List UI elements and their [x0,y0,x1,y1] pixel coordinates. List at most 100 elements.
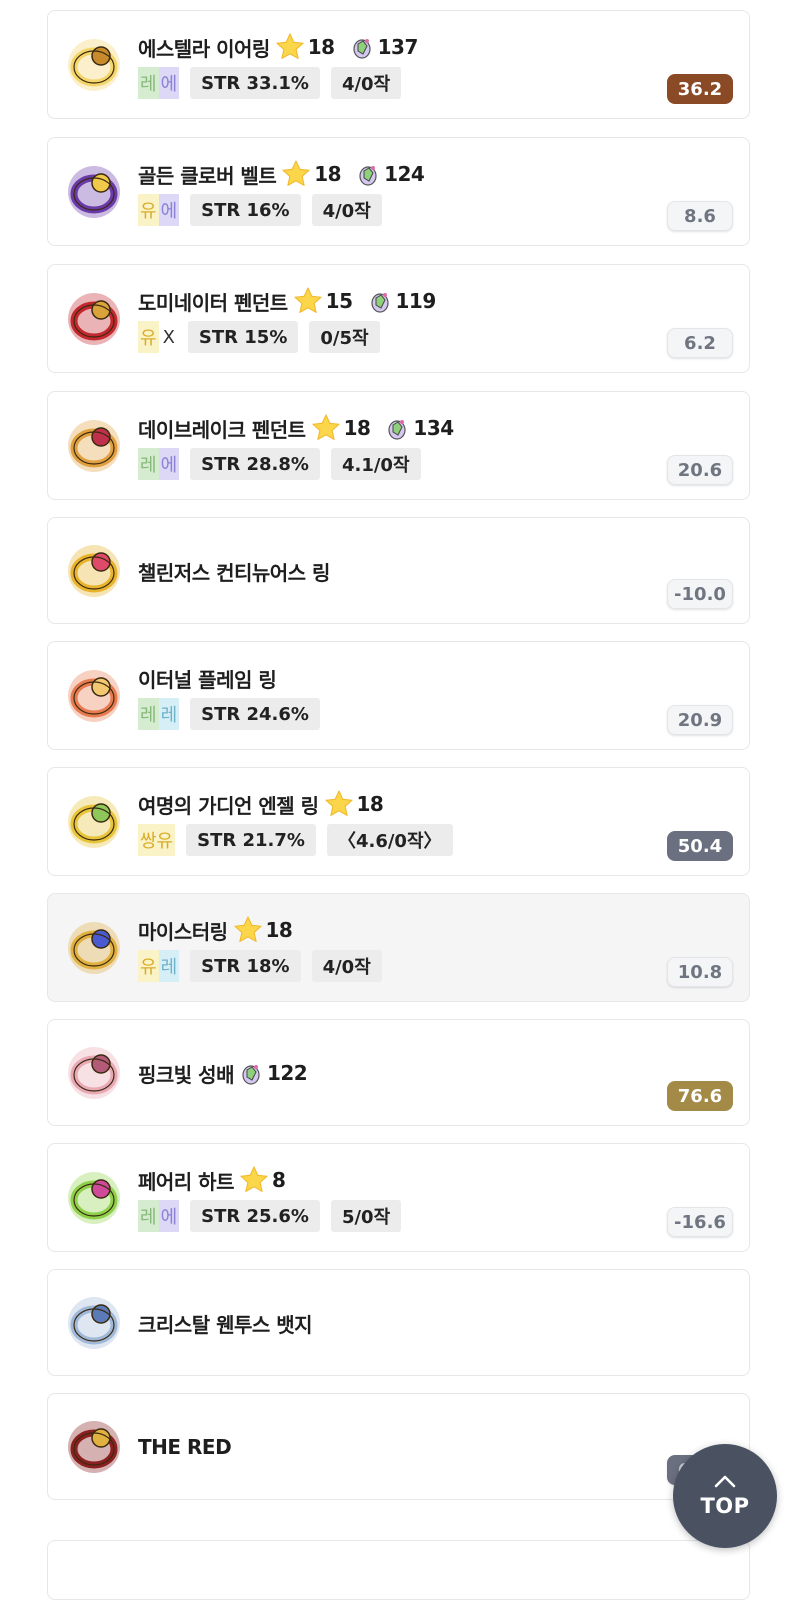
item-title-row: 마이스터링 18 [138,914,306,946]
stat-chip: STR 15% [187,321,299,353]
soul-level: 119 [395,289,437,313]
item-detail-row: 레 에 STR 33.1% 4/0작 [138,67,402,99]
item-card[interactable]: 핑크빛 성배 122 76.6 [47,1019,750,1126]
star-icon [276,33,304,59]
item-card[interactable]: 골든 클로버 벨트 18 124 유 에 STR 16% 4/0작 8.6 [47,137,750,246]
stat-chip: STR 18% [190,950,301,982]
item-image [61,663,127,729]
starforce-count: 18 [356,792,384,816]
item-image [61,1165,127,1231]
stat-chip: STR 28.8% [190,448,320,480]
potential-grade-badge: 쌍유 [138,824,176,856]
item-title-row: 골든 클로버 벨트 18 124 [138,158,425,190]
star-icon [233,916,262,942]
item-name: 크리스탈 웬투스 뱃지 [138,1312,313,1337]
potential-grade: 레레 [138,698,180,730]
heart-icon [68,1172,120,1224]
scroll-chip: 4/0작 [330,67,402,99]
medal-icon [68,1421,120,1473]
item-card[interactable]: 에스텔라 이어링 18 137 레 에 STR 33.1% 4/0작 36.2 [47,10,750,119]
item-image [61,286,127,352]
item-card[interactable]: 페어리 하트 8 레 에 STR 25.6% 5/0작 -16.6 [47,1143,750,1252]
potential-grade: 유레 [138,950,180,982]
top-button[interactable]: TOP [673,1444,777,1548]
potential-grade: 쌍유 [138,824,176,856]
soul-level: 137 [377,35,419,59]
item-name: 에스텔라 이어링 [138,36,270,61]
potential-grade-badge: 에 [158,1200,180,1232]
item-detail-row: 유 에 STR 16% 4/0작 [138,194,382,226]
ring-icon [68,796,120,848]
ring-icon [68,545,120,597]
scroll-chip: 4.1/0작 [330,448,421,480]
item-image [61,1414,127,1480]
potential-grade-badge: 유 [138,950,159,982]
item-card[interactable]: 데이브레이크 펜던트 18 134 레 에 STR 28.8% 4.1/0작 20.6 [47,391,750,500]
potential-grade-badge: 레 [138,448,159,480]
ring-icon [68,922,120,974]
item-detail-row: 유 X STR 15% 0/5작 [138,321,380,353]
additional-potential-none: X [162,326,175,348]
item-image [61,413,127,479]
item-image [61,789,127,855]
chalice-icon [68,1047,120,1099]
soul-gem-icon [359,166,377,186]
pendant-icon [68,293,120,345]
item-image [61,1040,127,1106]
item-title-row: 데이브레이크 펜던트 18 134 [138,412,454,444]
potential-grade-badge: 유 [138,321,159,353]
soul-level: 134 [413,416,454,440]
item-card[interactable]: 크리스탈 웬투스 뱃지 [47,1269,750,1376]
potential-grade: 유X [138,321,177,353]
earring-icon [68,39,120,91]
starforce-count: 18 [265,918,293,942]
belt-icon [68,166,120,218]
item-title-row: 핑크빛 성배 122 [138,1057,308,1089]
item-name: 페어리 하트 [138,1169,234,1194]
score-badge: 6.2 [667,328,733,358]
score-badge: 76.6 [667,1081,733,1111]
item-detail-row: 레 에 STR 28.8% 4.1/0작 [138,448,421,480]
item-image [61,915,127,981]
potential-grade: 레에 [138,448,180,480]
scroll-chip: 〈4.6/0작〉 [326,824,453,856]
starforce-count: 18 [314,162,342,186]
potential-grade-badge: 레 [158,698,180,730]
potential-grade: 유에 [138,194,180,226]
star-icon [282,160,310,186]
item-title-row: 챌린저스 컨티뉴어스 링 [138,555,334,587]
stat-chip: STR 21.7% [186,824,316,856]
potential-grade-badge: 레 [138,698,159,730]
item-image [61,159,127,225]
stat-chip: STR 33.1% [190,67,320,99]
item-detail-row: 쌍유 STR 21.7% 〈4.6/0작〉 [138,824,453,856]
item-name: 챌린저스 컨티뉴어스 링 [138,560,330,585]
star-icon [294,287,322,314]
score-badge: 20.9 [667,705,733,735]
item-detail-row: 유 레 STR 18% 4/0작 [138,950,382,982]
item-title-row: 크리스탈 웬투스 뱃지 [138,1307,316,1339]
item-name: 마이스터링 [138,919,228,944]
chevron-up-icon [714,1475,736,1488]
soul-gem-icon [242,1065,260,1085]
starforce-count: 18 [343,416,371,440]
scroll-chip: 5/0작 [330,1200,402,1232]
item-name: THE RED [138,1435,232,1459]
item-card[interactable]: 도미네이터 펜던트 15 119 유 X STR 15% 0/5작 6.2 [47,264,750,373]
item-name: 이터널 플레임 링 [138,667,277,692]
ring-icon [68,670,120,722]
potential-grade-badge: 유 [138,194,159,226]
stat-chip: STR 24.6% [190,698,320,730]
item-card[interactable]: 여명의 가디언 엔젤 링 18 쌍유 STR 21.7% 〈4.6/0작〉 50.4 [47,767,750,876]
score-badge: 36.2 [667,74,733,104]
item-title-row: 도미네이터 펜던트 15 119 [138,285,436,317]
item-card[interactable] [47,1540,750,1600]
item-title-row: 이터널 플레임 링 [138,662,280,694]
item-card[interactable]: THE RED60.1 [47,1393,750,1500]
item-card[interactable]: 이터널 플레임 링레 레 STR 24.6% 20.9 [47,641,750,750]
item-card[interactable]: 마이스터링 18 유 레 STR 18% 4/0작 10.8 [47,893,750,1002]
potential-grade-badge: 레 [138,67,159,99]
badge-icon [68,1297,120,1349]
item-card[interactable]: 챌린저스 컨티뉴어스 링 -10.0 [47,517,750,624]
top-button-label: TOP [700,1494,750,1518]
